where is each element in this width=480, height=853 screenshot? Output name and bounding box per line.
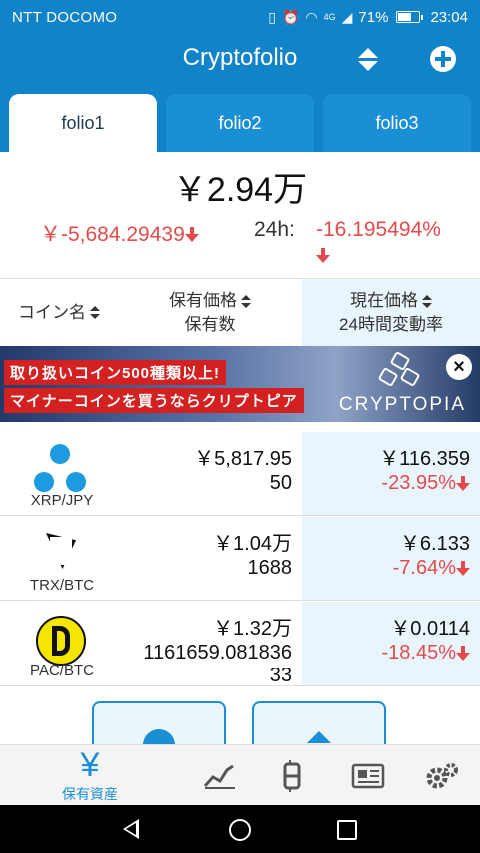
tab-folio3[interactable]: folio3 <box>323 94 471 152</box>
banner-line2: マイナーコインを買うならクリプトピア <box>4 388 304 413</box>
wifi-icon: ◠ <box>305 8 318 25</box>
sort-icon <box>241 294 251 309</box>
signal-icon: ◢ <box>341 8 353 25</box>
sort-updown-icon[interactable] <box>355 46 381 74</box>
col-coin-name-label: コイン名 <box>18 303 86 322</box>
hexagon-logo-icon <box>377 350 421 390</box>
change-value: -18.45% <box>381 642 457 664</box>
tab-folio1[interactable]: folio1 <box>9 94 157 152</box>
banner-line1: 取り扱いコイン500種類以上! <box>4 360 227 385</box>
holding-quantity: 1161659.081836 <box>143 642 292 664</box>
holding-quantity: 50 <box>269 472 292 494</box>
col-current-price[interactable]: 現在価格 24時間変動率 <box>302 279 480 347</box>
vibrate-icon: ▯ <box>268 8 276 25</box>
table-header: コイン名 保有価格 保有数 現在価格 24時間変動率 <box>0 278 480 347</box>
holding-quantity-cont: 33 <box>269 668 292 682</box>
nav-settings[interactable] <box>422 745 462 806</box>
nav-holdings[interactable]: ¥ 保有資産 <box>50 745 130 806</box>
settings-icon <box>426 762 458 788</box>
app-title: Cryptofolio <box>182 44 298 71</box>
banner-brand: CRYPTOPIA <box>338 394 466 415</box>
col-holding-label: 保有価格 <box>169 291 237 310</box>
bitcoin-icon <box>283 759 301 792</box>
down-arrow-icon <box>456 560 470 577</box>
coin-symbol: TRX/BTC <box>29 577 95 594</box>
down-arrow-icon <box>456 475 470 492</box>
close-icon[interactable]: × <box>446 354 472 380</box>
down-arrow-icon <box>456 645 470 662</box>
system-nav-bar <box>0 805 480 853</box>
alarm-icon: ⏰ <box>281 8 300 25</box>
coin-symbol: PAC/BTC <box>30 662 94 679</box>
xrp-logo-icon <box>34 444 86 496</box>
portfolio-summary: ￥2.94万 ￥-5,684.29439 24h: -16.195494% <box>0 152 480 278</box>
col-holding[interactable]: 保有価格 保有数 <box>118 279 302 347</box>
bottom-nav: ¥ 保有資産 <box>0 744 480 805</box>
network-type: 4G <box>323 12 336 22</box>
battery-percent: 71% <box>358 8 389 26</box>
paccoin-logo-icon <box>34 614 86 666</box>
current-price: ￥116.359 <box>379 448 470 470</box>
up-arrow-icon <box>307 731 331 743</box>
table-row[interactable]: TRX/BTC ￥1.04万 1688 ￥6.133 -7.64% <box>0 517 480 601</box>
col-change-label: 24時間変動率 <box>339 315 443 334</box>
holding-quantity: 1688 <box>247 557 293 579</box>
down-arrow-icon <box>316 248 330 264</box>
folio-tabs: folio1 folio2 folio3 <box>0 86 480 152</box>
down-arrow-icon <box>184 227 199 243</box>
col-quantity-label: 保有数 <box>184 315 236 334</box>
app-bar: Cryptofolio <box>0 34 480 86</box>
home-icon[interactable] <box>229 819 251 841</box>
table-row[interactable]: XRP/JPY ￥5,817.95 50 ￥116.359 -23.95% <box>0 432 480 516</box>
change-value: -23.95% <box>381 472 457 494</box>
yen-icon: ¥ <box>80 745 100 784</box>
nav-news[interactable] <box>348 745 388 806</box>
clock: 23:04 <box>430 8 468 26</box>
change-24h: -23.95% <box>381 472 470 495</box>
back-icon[interactable] <box>123 819 139 839</box>
tab-folio2[interactable]: folio2 <box>166 94 314 152</box>
current-price: ￥6.133 <box>399 533 470 555</box>
table-row[interactable]: PAC/BTC ￥1.32万 1161659.081836 33 ￥0.0114… <box>0 602 480 686</box>
ad-banner[interactable]: 取り扱いコイン500種類以上! マイナーコインを買うならクリプトピア CRYPT… <box>0 346 480 422</box>
holding-value: ￥1.04万 <box>213 533 292 555</box>
sort-icon <box>421 294 432 309</box>
status-bar: NTT DOCOMO ▯ ⏰ ◠ 4G ◢ 71% 23:04 <box>0 0 480 34</box>
battery-icon <box>396 11 424 23</box>
col-coin-name[interactable]: コイン名 <box>0 279 118 347</box>
holding-value: ￥5,817.95 <box>194 448 292 470</box>
profit-loss: ￥-5,684.29439 <box>40 218 199 248</box>
recent-apps-icon[interactable] <box>337 820 357 840</box>
h24-change: -16.195494% <box>316 218 441 241</box>
news-icon <box>351 763 385 788</box>
change-24h: -7.64% <box>393 557 470 580</box>
col-price-label: 現在価格 <box>349 291 418 310</box>
profit-loss-value: ￥-5,684.29439 <box>40 223 185 246</box>
total-value: ￥2.94万 <box>172 171 308 209</box>
action-buttons <box>0 686 480 761</box>
nav-bitcoin[interactable] <box>272 745 312 806</box>
status-icons: ▯ ⏰ ◠ 4G ◢ 71% 23:04 <box>268 9 468 26</box>
change-24h: -18.45% <box>381 642 470 665</box>
h24-label: 24h: <box>254 218 295 241</box>
holding-value: ￥1.32万 <box>213 618 292 640</box>
add-circle-icon[interactable] <box>430 46 456 72</box>
nav-holdings-label: 保有資産 <box>62 785 118 802</box>
chart-icon <box>203 764 235 789</box>
nav-chart[interactable] <box>198 745 242 806</box>
sort-icon <box>90 306 100 320</box>
change-value: -7.64% <box>392 557 456 579</box>
coin-symbol: XRP/JPY <box>30 492 94 509</box>
carrier-name: NTT DOCOMO <box>12 8 118 26</box>
current-price: ￥0.0114 <box>390 618 470 640</box>
tron-logo-icon <box>34 529 86 581</box>
